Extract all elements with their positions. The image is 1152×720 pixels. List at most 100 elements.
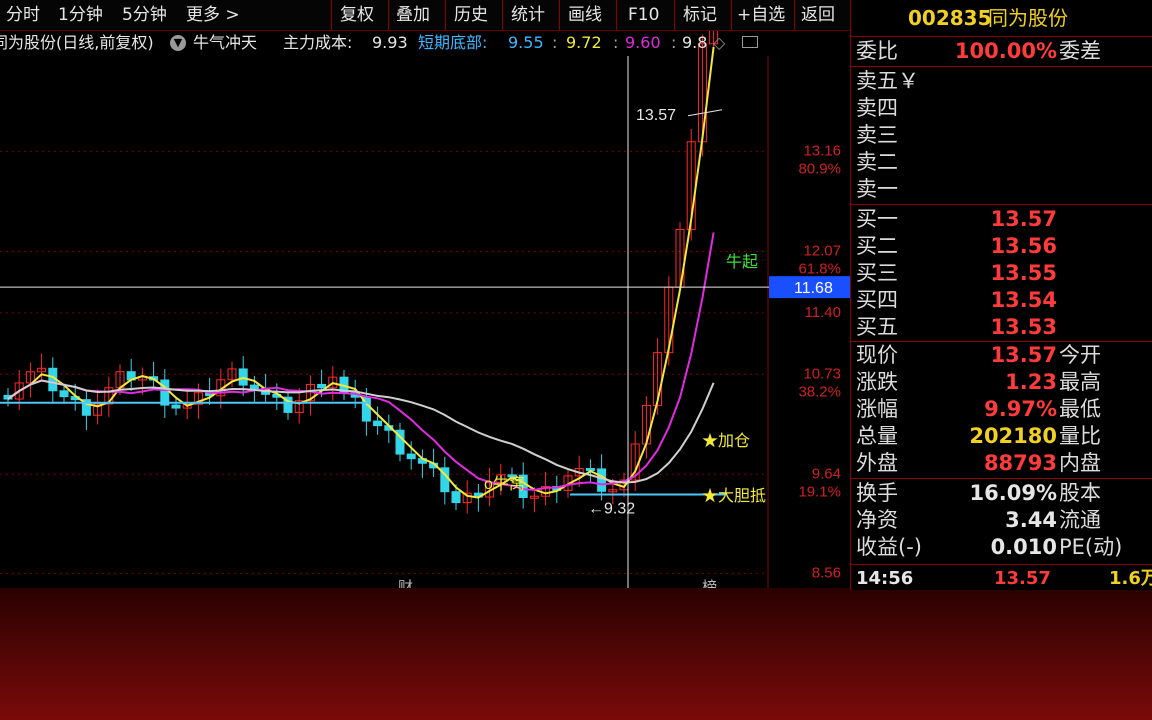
signal-label-bull-nest: o牛窝 [484,475,525,493]
signal-label-add-position: ★加仓 [702,432,750,450]
short-bottom-v1: 9.55 [508,33,544,52]
draw-line-button[interactable]: 画线 [568,0,602,30]
bid-label: 买三 [856,261,898,285]
candle-body [171,404,181,409]
stat-label: 收益(-) [856,535,922,559]
candle-body [597,468,607,492]
stat-label-2: 内盘 [1059,451,1101,475]
order-diff-label: 委差 [1059,39,1101,63]
back-button[interactable]: 返回 [801,0,835,30]
main-cost-label: 主力成本: [283,33,353,52]
bid-label: 买一 [856,207,898,231]
stat-label: 涨跌 [856,370,898,394]
bid-row[interactable]: 买三 13.55 [851,260,1152,287]
bid-row[interactable]: 买一 13.57 [851,206,1152,233]
bid-price: 13.54 [990,288,1057,312]
candle-body [373,420,383,427]
volume-strip [0,588,1152,720]
top-toolbar: 分时 1分钟 5分钟 更多 > 复权 叠加 历史 统计 画线 F10 标记 +自… [0,0,850,31]
bid-price: 13.57 [990,207,1057,231]
tab-more[interactable]: 更多 > [186,0,240,30]
bid-price: 13.56 [990,234,1057,258]
stat-row: 涨幅 9.97% 最低 [851,396,1152,423]
sell3-label: 卖三 [856,123,898,147]
window-icon[interactable] [742,36,758,48]
stat-label: 总量 [856,424,898,448]
stat-label-2: 今开 [1059,343,1101,367]
tab-1min[interactable]: 1分钟 [58,0,103,30]
stat-label: 现价 [856,343,898,367]
stat-value: 16.09% [969,481,1057,505]
price-tick-label: 13.16 [803,142,841,159]
quote-panel: 002835 同为股份 委比 100.00% 委差 卖五￥ 卖四 卖三 卖二 卖… [850,0,1152,590]
bid-label: 买二 [856,234,898,258]
order-ratio-value: 100.00% [954,39,1057,63]
candle-body [59,390,69,398]
bid-row[interactable]: 买四 13.54 [851,287,1152,314]
candle-body [451,491,461,504]
stat-row: 涨跌 1.23 最高 [851,369,1152,396]
short-bottom-v2: 9.72 [566,33,602,52]
stock-name: 同为股份 [988,6,1068,30]
candle-body [406,453,416,460]
stat-label-2: PE(动) [1059,535,1123,559]
signal-label-bold-bottom: ★大胆抵 [702,487,766,505]
high-price-marker: 13.57 [636,107,676,124]
tick-time: 14:56 [856,568,914,589]
price-tick-label: 11.40 [805,304,841,321]
stat-value: 3.44 [1005,508,1057,532]
stat-label-2: 流通 [1059,508,1101,532]
add-watchlist-button[interactable]: +自选 [737,0,785,30]
price-tick-label: 12.07 [803,242,841,259]
chevron-down-icon[interactable]: ▼ [170,35,186,51]
stat-row: 总量 202180 量比 [851,423,1152,450]
history-button[interactable]: 历史 [454,0,488,30]
bid-label: 买四 [856,288,898,312]
diamond-icon: ◇ [713,33,726,52]
crosshair-price-label: 11.68 [794,280,833,297]
stat-value: 0.010 [990,535,1057,559]
tab-intraday[interactable]: 分时 [6,0,40,30]
stat-value: 9.97% [984,397,1057,421]
candle-body [160,379,170,406]
tick-price: 13.57 [994,568,1051,589]
percent-tick-label: 80.9% [798,160,841,177]
restore-rights-button[interactable]: 复权 [340,0,374,30]
ma-mid-line [7,232,715,491]
stock-name-mode: 同为股份(日线,前复权) [0,33,154,52]
stat-label: 外盘 [856,451,898,475]
overlay-button[interactable]: 叠加 [396,0,430,30]
price-tick-label: 10.73 [803,365,841,382]
statistics-button[interactable]: 统计 [511,0,545,30]
stat-label: 换手 [856,481,898,505]
stat-label-2: 最低 [1059,397,1101,421]
bid-price: 13.55 [990,261,1057,285]
bid-row[interactable]: 买五 13.53 [851,314,1152,341]
mark-button[interactable]: 标记 [683,0,717,30]
f10-button[interactable]: F10 [628,0,659,30]
tab-5min[interactable]: 5分钟 [122,0,167,30]
stat-row: 外盘 88793 内盘 [851,450,1152,477]
tick-volume: 1.6万 [1109,568,1152,589]
low-price-marker: ←9.32 [588,501,635,518]
ma-short-line [7,46,715,499]
stat-label-2: 量比 [1059,424,1101,448]
candle-body [249,384,259,390]
stat-label: 净资 [856,508,898,532]
bid-price: 13.53 [990,315,1057,339]
short-bottom-label: 短期底部: [418,33,488,52]
price-tick-label: 9.64 [812,465,841,482]
short-bottom-v3: 9.60 [625,33,661,52]
sell2-label: 卖二 [856,150,898,174]
indicator-name[interactable]: 牛气冲天 [193,30,257,56]
main-cost-value: 9.93 [372,33,408,52]
sell1-label: 卖一 [856,177,898,201]
stat-label-2: 股本 [1059,481,1101,505]
percent-tick-label: 61.8% [798,260,841,277]
bid-row[interactable]: 买二 13.56 [851,233,1152,260]
indicator-info-bar: 同为股份(日线,前复权) ▼ 牛气冲天 主力成本: 9.93 短期底部: 9.5… [0,30,768,56]
stat-value: 1.23 [1005,370,1057,394]
short-bottom-v4: 9.8 [682,33,708,52]
percent-tick-label: 19.1% [798,483,841,500]
candle-body [317,383,327,389]
